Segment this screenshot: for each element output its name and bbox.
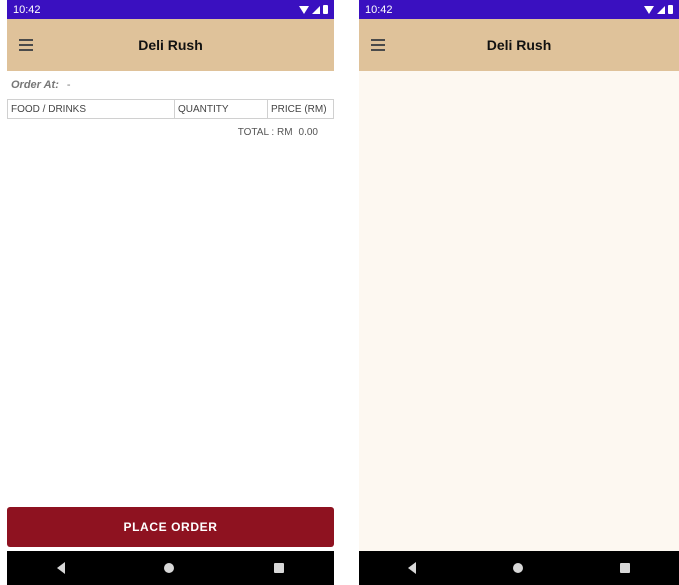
total-value: 0.00 — [298, 126, 318, 138]
recents-icon[interactable] — [620, 563, 631, 573]
battery-icon — [668, 5, 673, 14]
place-order-button[interactable]: PLACE ORDER — [7, 507, 334, 547]
app-title: Deli Rush — [138, 37, 203, 53]
status-time: 10:42 — [13, 3, 41, 16]
column-header-food: FOOD / DRINKS — [8, 100, 175, 118]
menu-icon[interactable] — [367, 19, 393, 71]
total-row: TOTAL : RM 0.00 — [7, 119, 334, 145]
status-time: 10:42 — [365, 3, 393, 16]
order-at-row: Order At: - — [7, 71, 334, 99]
wifi-icon — [644, 5, 654, 14]
column-header-quantity: QUANTITY — [175, 100, 268, 118]
recents-icon[interactable] — [274, 563, 285, 573]
signal-icon — [657, 5, 665, 14]
navigation-bar — [359, 551, 679, 585]
status-bar: 10:42 — [7, 0, 334, 19]
navigation-bar — [7, 551, 334, 585]
status-bar: 10:42 — [359, 0, 679, 19]
menu-icon[interactable] — [15, 19, 41, 71]
order-table-header: FOOD / DRINKS QUANTITY PRICE (RM) — [7, 99, 334, 119]
total-label: TOTAL : RM — [237, 126, 293, 138]
column-header-price: PRICE (RM) — [271, 103, 327, 115]
back-icon[interactable] — [407, 562, 416, 574]
order-at-value: - — [66, 79, 71, 91]
order-screen: 10:42 Deli Rush Order At: - FOOD / DRINK… — [7, 0, 334, 585]
signal-icon — [312, 5, 320, 14]
status-icons — [299, 5, 328, 14]
app-bar: Deli Rush — [359, 19, 679, 71]
empty-content — [359, 71, 679, 551]
app-title: Deli Rush — [486, 37, 552, 53]
blank-screen: 10:42 Deli Rush — [359, 0, 679, 585]
home-icon[interactable] — [164, 563, 175, 573]
app-bar: Deli Rush — [7, 19, 334, 71]
battery-icon — [323, 5, 328, 14]
home-icon[interactable] — [512, 563, 523, 573]
wifi-icon — [299, 5, 309, 14]
back-icon[interactable] — [56, 562, 65, 574]
status-icons — [644, 5, 673, 14]
order-at-label: Order At: — [11, 79, 59, 91]
